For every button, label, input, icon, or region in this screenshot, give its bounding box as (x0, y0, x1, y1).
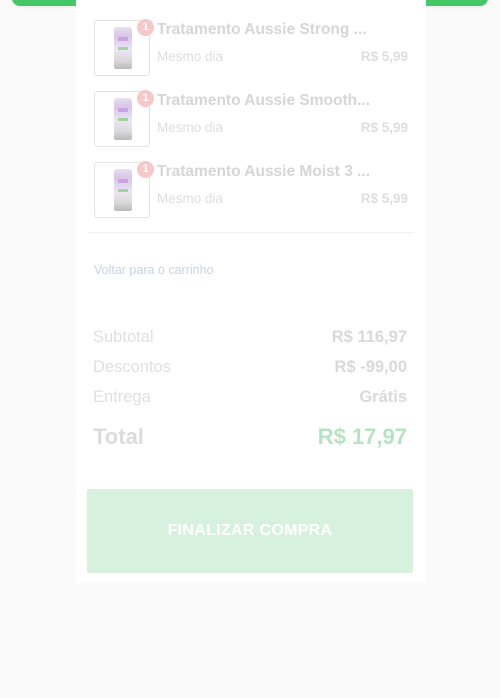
total-row: Total R$ 17,97 (93, 424, 407, 452)
subtotal-value: R$ 116,97 (331, 328, 407, 346)
back-to-cart-link[interactable]: Voltar para o carrinho (94, 263, 214, 277)
product-price: R$ 5,99 (360, 191, 408, 206)
product-price: R$ 5,99 (360, 120, 408, 135)
delivery-row: Entrega Grátis (93, 388, 407, 410)
discounts-value: R$ -99,00 (334, 358, 407, 376)
product-name: Tratamento Aussie Smooth... (157, 92, 369, 109)
cart-item: 1 Tratamento Aussie Smooth... Mesmo dia … (94, 90, 410, 149)
discounts-label: Descontos (93, 358, 171, 376)
product-name: Tratamento Aussie Moist 3 ... (157, 163, 369, 180)
delivery-value: Grátis (359, 388, 407, 406)
product-name: Tratamento Aussie Strong ... (157, 21, 367, 38)
order-summary-card: 1 Tratamento Aussie Strong ... Mesmo dia… (76, 0, 426, 583)
delivery-label: Entrega (93, 388, 151, 406)
cart-item: 1 Tratamento Aussie Strong ... Mesmo dia… (94, 19, 410, 78)
delivery-time: Mesmo dia (157, 191, 224, 206)
subtotal-label: Subtotal (93, 328, 154, 346)
product-tube-icon (114, 98, 132, 140)
checkout-button[interactable]: FINALIZAR COMPRA (87, 489, 413, 573)
total-value: R$ 17,97 (317, 424, 407, 449)
product-tube-icon (114, 169, 132, 211)
cart-item: 1 Tratamento Aussie Moist 3 ... Mesmo di… (94, 161, 410, 220)
discounts-row: Descontos R$ -99,00 (93, 358, 407, 380)
delivery-time: Mesmo dia (157, 49, 224, 64)
quantity-badge: 1 (137, 161, 154, 178)
divider (88, 232, 414, 233)
delivery-time: Mesmo dia (157, 120, 224, 135)
product-tube-icon (114, 27, 132, 69)
quantity-badge: 1 (137, 19, 154, 36)
product-price: R$ 5,99 (360, 49, 408, 64)
quantity-badge: 1 (137, 90, 154, 107)
total-label: Total (93, 424, 144, 449)
subtotal-row: Subtotal R$ 116,97 (93, 328, 407, 350)
